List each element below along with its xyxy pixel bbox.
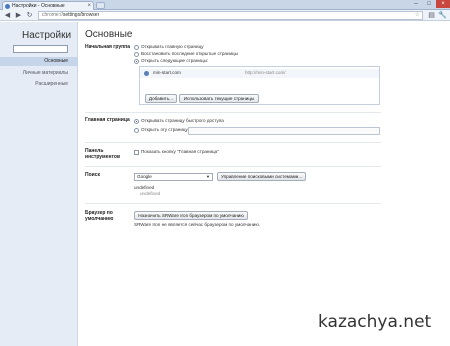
homepage-radio-url[interactable] bbox=[134, 128, 139, 133]
list-item[interactable]: min-start.com http://min-start.com/ bbox=[140, 69, 379, 78]
forward-icon[interactable]: ▶ bbox=[14, 11, 23, 20]
browser-toolbar: ◀ ▶ ↻ chrome://settings/browser ☆ ▤ 🔧 bbox=[0, 10, 450, 21]
default-browser-label-line2: умолчанию bbox=[85, 216, 114, 222]
make-default-browser-button[interactable]: Назначить SRWare Iron браузером по умолч… bbox=[134, 211, 248, 220]
bookmark-star-icon[interactable]: ☆ bbox=[415, 12, 420, 19]
toolbar-label-line2: инструментов bbox=[85, 154, 121, 160]
startup-page-url: http://min-start.com/ bbox=[245, 70, 286, 75]
url-path: settings/browser bbox=[62, 12, 100, 18]
divider bbox=[85, 203, 381, 204]
startup-page-name: min-start.com bbox=[153, 70, 181, 75]
sidebar-title: Настройки bbox=[22, 30, 72, 41]
startup-option-pages: Открыть следующие страницы: bbox=[141, 58, 209, 63]
globe-icon bbox=[144, 71, 149, 76]
show-home-button-label: Показать кнопку "Главная страница" bbox=[141, 149, 219, 154]
sidebar-item-personal[interactable]: Личные материалы bbox=[0, 69, 78, 78]
startup-radio-homepage[interactable] bbox=[134, 45, 139, 50]
default-browser-status: SRWare Iron не является сейчас браузером… bbox=[134, 222, 261, 227]
minimize-button[interactable]: – bbox=[410, 0, 422, 8]
page-title: Основные bbox=[85, 29, 133, 40]
back-icon[interactable]: ◀ bbox=[3, 11, 12, 20]
new-tab-button[interactable] bbox=[96, 2, 105, 9]
startup-option-homepage: Открывать главную страницу bbox=[141, 44, 204, 49]
homepage-radio-newtab[interactable] bbox=[134, 119, 139, 124]
settings-sidebar: Настройки Основные Личные материалы Расш… bbox=[0, 22, 78, 346]
add-page-button[interactable]: Добавить... bbox=[145, 94, 177, 103]
reload-icon[interactable]: ↻ bbox=[25, 11, 34, 20]
divider bbox=[85, 166, 381, 167]
tab-settings[interactable]: Настройки - Основные × bbox=[2, 1, 94, 10]
maximize-button[interactable]: □ bbox=[423, 0, 435, 8]
title-bar: Настройки - Основные × – □ × bbox=[0, 0, 450, 10]
search-engine-select[interactable]: Google ▼ bbox=[134, 173, 213, 181]
startup-label: Начальная группа bbox=[85, 44, 130, 50]
wrench-icon[interactable]: 🔧 bbox=[438, 11, 447, 20]
homepage-option-newtab: Открывать страницу быстрого доступа bbox=[141, 118, 224, 123]
chevron-down-icon: ▼ bbox=[206, 174, 210, 179]
startup-radio-pages[interactable] bbox=[134, 59, 139, 64]
watermark-logo: kazachya.net bbox=[318, 312, 432, 332]
page-menu-icon[interactable]: ▤ bbox=[427, 11, 436, 20]
homepage-url-input[interactable] bbox=[188, 127, 380, 135]
settings-search-input[interactable] bbox=[13, 45, 68, 53]
divider bbox=[85, 112, 381, 113]
startup-pages-list: min-start.com http://min-start.com/ Доба… bbox=[139, 66, 380, 105]
startup-option-restore: Восстановить последние открытые страницы bbox=[141, 51, 238, 56]
address-bar[interactable]: chrome://settings/browser ☆ bbox=[38, 11, 423, 20]
search-label: Поиск bbox=[85, 172, 101, 178]
use-current-pages-button[interactable]: Использовать текущие страницы bbox=[179, 94, 259, 103]
sidebar-item-advanced[interactable]: Расширенные bbox=[0, 80, 78, 89]
url-scheme: chrome:// bbox=[42, 12, 63, 18]
startup-radio-restore[interactable] bbox=[134, 52, 139, 57]
manage-search-engines-button[interactable]: Управление поисковыми системами... bbox=[217, 172, 306, 181]
divider bbox=[85, 142, 381, 143]
settings-tab-icon bbox=[5, 4, 10, 9]
tab-close-icon[interactable]: × bbox=[87, 2, 91, 10]
show-home-button-checkbox[interactable] bbox=[134, 150, 139, 155]
search-undefined-2: undefined bbox=[140, 191, 161, 196]
search-engine-value: Google bbox=[137, 174, 152, 179]
close-window-button[interactable]: × bbox=[436, 0, 450, 8]
homepage-option-url: Открыть эту страницу: bbox=[141, 127, 190, 132]
sidebar-item-basics[interactable]: Основные bbox=[0, 57, 78, 66]
tab-title: Настройки - Основные bbox=[12, 3, 65, 9]
homepage-label: Главная страница bbox=[85, 117, 130, 123]
